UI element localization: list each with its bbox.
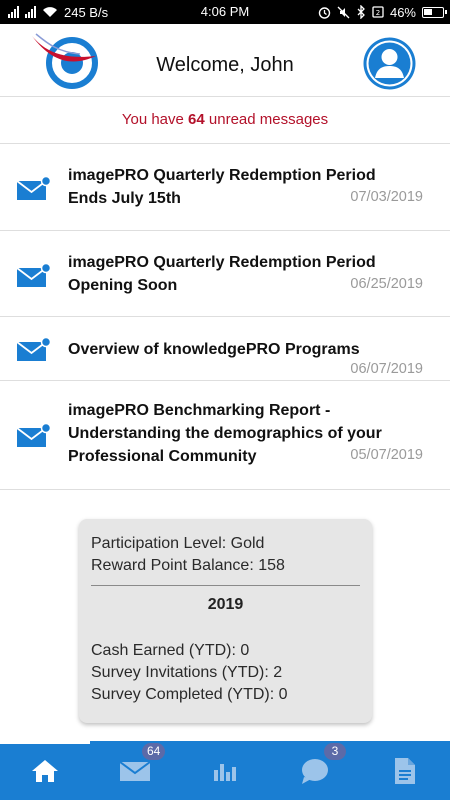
message-item[interactable]: imagePRO Quarterly Redemption Period Ope… <box>0 231 450 317</box>
battery-percent: 46% <box>389 4 416 20</box>
nav-messages[interactable]: 64 <box>90 741 180 800</box>
reward-point-balance: Reward Point Balance: 158 <box>91 557 285 574</box>
unread-prefix: You have <box>121 111 189 128</box>
message-date: 07/03/2019 <box>350 189 423 205</box>
mail-icon <box>119 760 151 781</box>
chat-icon <box>302 758 328 784</box>
bluetooth-icon <box>357 5 365 19</box>
svg-text:2: 2 <box>376 9 380 17</box>
mute-icon <box>337 6 350 18</box>
summary-year: 2019 <box>207 596 244 613</box>
message-item[interactable]: Overview of knowledgePRO Programs 06/07/… <box>0 317 450 381</box>
message-date: 06/07/2019 <box>350 361 423 377</box>
unread-mail-icon <box>16 263 52 287</box>
message-item[interactable]: imagePRO Quarterly Redemption Period End… <box>0 144 450 231</box>
bottom-nav: 64 3 <box>0 741 450 800</box>
profile-avatar-icon[interactable] <box>362 36 417 91</box>
unread-mail-icon <box>16 176 52 200</box>
alarm-icon <box>318 6 331 19</box>
survey-invitations: Survey Invitations (YTD): 2 <box>91 664 283 681</box>
unread-mail-icon <box>16 423 52 447</box>
chart-icon <box>214 763 236 781</box>
unread-mail-icon <box>16 337 52 361</box>
sim-icon: 2 <box>372 6 384 18</box>
participation-level: Participation Level: Gold <box>91 535 265 552</box>
message-title: Overview of knowledgePRO Programs <box>68 341 360 358</box>
message-date: 06/25/2019 <box>350 276 423 292</box>
nav-documents[interactable] <box>360 741 450 800</box>
status-bar: 245 B/s 4:06 PM 2 46% <box>0 0 450 24</box>
message-list: imagePRO Quarterly Redemption Period End… <box>0 144 450 490</box>
message-date: 05/07/2019 <box>350 447 423 463</box>
home-icon <box>32 759 58 782</box>
card-divider <box>91 585 360 586</box>
message-item[interactable]: imagePRO Benchmarking Report - Understan… <box>0 381 450 490</box>
document-icon <box>395 757 415 784</box>
unread-banner: You have 64 unread messages <box>0 97 450 144</box>
chat-badge: 3 <box>324 743 346 760</box>
nav-stats[interactable] <box>180 741 270 800</box>
cash-earned: Cash Earned (YTD): 0 <box>91 642 250 659</box>
nav-home[interactable] <box>0 741 90 800</box>
rewards-summary-card: Participation Level: Gold Reward Point B… <box>79 519 372 723</box>
status-right: 2 46% <box>318 0 447 24</box>
nav-chat[interactable]: 3 <box>270 741 360 800</box>
unread-count: 64 <box>188 111 205 128</box>
survey-completed: Survey Completed (YTD): 0 <box>91 686 288 703</box>
battery-icon <box>422 6 447 18</box>
unread-suffix: unread messages <box>204 111 329 128</box>
messages-badge: 64 <box>142 743 166 760</box>
app-header: Welcome, John <box>0 24 450 97</box>
